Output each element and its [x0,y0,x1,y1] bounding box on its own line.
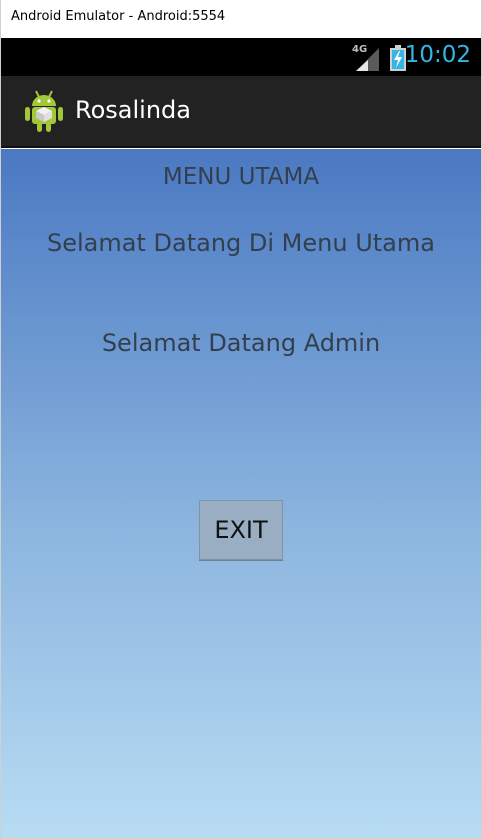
android-robot-icon[interactable] [23,89,65,133]
action-bar: Rosalinda [1,76,481,148]
signal-icon: 4G [352,44,379,71]
app-title: Rosalinda [75,96,191,124]
welcome-menu-text: Selamat Datang Di Menu Utama [47,229,435,257]
window-title: Android Emulator - Android:5554 [11,9,226,24]
menu-title: MENU UTAMA [162,164,320,190]
exit-button[interactable]: EXIT [199,500,283,560]
window-border-left [0,38,1,839]
window-title-bar: Android Emulator - Android:5554 [0,0,482,38]
welcome-admin-text: Selamat Datang Admin [101,329,381,357]
emulator-window: Android Emulator - Android:5554 4G 10:02 [0,0,482,839]
status-time: 10:02 [404,42,471,68]
main-content: MENU UTAMA Selamat Datang Di Menu Utama … [1,149,481,838]
network-type-label: 4G [352,44,367,55]
status-bar: 4G 10:02 [1,38,481,76]
